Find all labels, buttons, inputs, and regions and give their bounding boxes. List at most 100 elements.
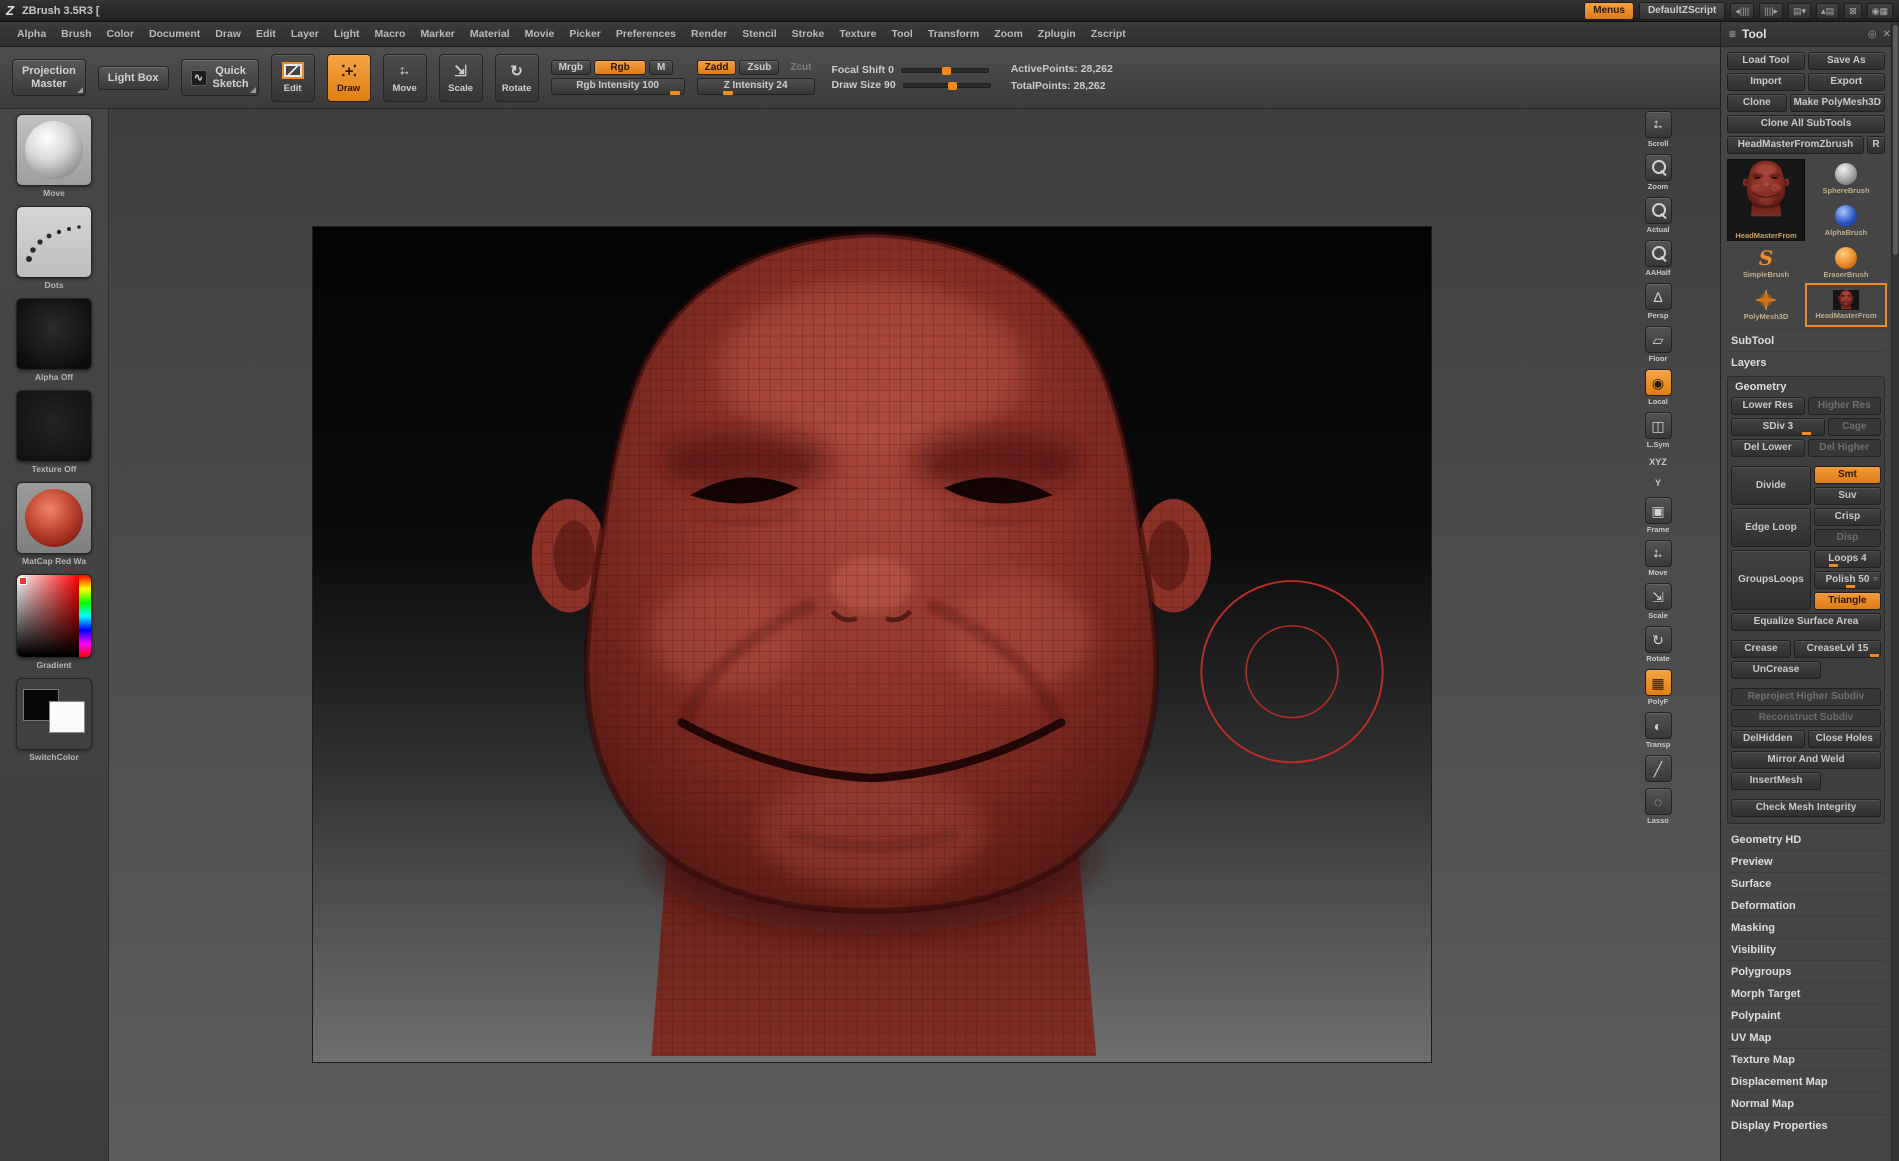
suv-toggle[interactable]: Suv: [1814, 487, 1881, 505]
polish-slider[interactable]: Polish 50 ○: [1814, 571, 1881, 589]
subtool-section-header[interactable]: SubTool: [1727, 329, 1885, 351]
rgb-intensity-slider[interactable]: Rgb Intensity 100: [551, 78, 685, 95]
subpalette-header[interactable]: Masking: [1727, 916, 1885, 938]
menu-item[interactable]: Brush: [54, 25, 98, 43]
menu-item[interactable]: Layer: [284, 25, 326, 43]
panel-scrollbar[interactable]: [1891, 22, 1899, 1161]
shelf-scroll-right-icon[interactable]: ||||▸: [1759, 3, 1783, 19]
floor-button[interactable]: ▱ Floor: [1645, 326, 1672, 363]
menu-item[interactable]: Zplugin: [1031, 25, 1083, 43]
zsub-button[interactable]: Zsub: [739, 60, 779, 75]
focal-shift-slider[interactable]: Focal Shift 0: [831, 64, 990, 76]
make-polymesh3d-button[interactable]: Make PolyMesh3D: [1790, 94, 1885, 112]
triangle-toggle[interactable]: Triangle: [1814, 592, 1881, 610]
clone-all-subtools-button[interactable]: Clone All SubTools: [1727, 115, 1885, 133]
headmaster-tool-thumbnail[interactable]: HeadMasterFrom: [1807, 285, 1885, 325]
menu-item[interactable]: Preferences: [609, 25, 683, 43]
mirror-and-weld-button[interactable]: Mirror And Weld: [1731, 751, 1881, 769]
menu-item[interactable]: Tool: [884, 25, 919, 43]
stroke-selector-thumbnail[interactable]: [16, 206, 92, 278]
menu-item[interactable]: Render: [684, 25, 734, 43]
document-canvas[interactable]: [312, 226, 1432, 1063]
polymesh3d-thumbnail[interactable]: PolyMesh3D: [1727, 285, 1805, 325]
equalize-surface-area-button[interactable]: Equalize Surface Area: [1731, 613, 1881, 631]
check-mesh-integrity-button[interactable]: Check Mesh Integrity: [1731, 799, 1881, 817]
material-selector-thumbnail[interactable]: [16, 482, 92, 554]
scale-gyro-button[interactable]: ⇲ Scale: [1645, 583, 1672, 620]
subpalette-header[interactable]: Surface: [1727, 872, 1885, 894]
divide-button[interactable]: Divide: [1731, 466, 1811, 505]
menu-item[interactable]: Picker: [562, 25, 608, 43]
uncrease-button[interactable]: UnCrease: [1731, 661, 1821, 679]
clone-button[interactable]: Clone: [1727, 94, 1787, 112]
draw-size-track[interactable]: [903, 83, 991, 88]
polish-mode-toggle[interactable]: ○: [1873, 574, 1878, 583]
geometry-section-header[interactable]: Geometry: [1731, 380, 1881, 397]
subpalette-header[interactable]: Polypaint: [1727, 1004, 1885, 1026]
saturation-value-field[interactable]: [17, 575, 79, 657]
menu-item[interactable]: Marker: [413, 25, 461, 43]
divider-layout-icon[interactable]: ▤▾: [1788, 3, 1811, 19]
rotate-button[interactable]: ↻ Rotate: [495, 54, 539, 102]
save-as-button[interactable]: Save As: [1808, 52, 1886, 70]
creaselvl-slider[interactable]: CreaseLvl 15: [1794, 640, 1881, 658]
menu-item[interactable]: Zoom: [987, 25, 1030, 43]
z-intensity-slider[interactable]: Z Intensity 24: [697, 78, 815, 95]
transparency-button[interactable]: ◐ Transp: [1645, 712, 1672, 749]
loops-slider[interactable]: Loops 4: [1814, 550, 1881, 568]
del-lower-button[interactable]: Del Lower: [1731, 439, 1805, 457]
menu-item[interactable]: Stroke: [785, 25, 832, 43]
light-box-button[interactable]: Light Box: [98, 66, 169, 90]
palette-close-icon[interactable]: ✕: [1883, 29, 1891, 40]
palette-pin-icon[interactable]: ◎: [1868, 29, 1877, 40]
smt-toggle[interactable]: Smt: [1814, 466, 1881, 484]
divider-layout-icon-2[interactable]: ▴▤: [1816, 3, 1839, 19]
switch-color-button[interactable]: [16, 678, 92, 750]
quick-sketch-button[interactable]: ∿ Quick Sketch: [181, 59, 259, 96]
frame-button[interactable]: ▣ Frame: [1645, 497, 1672, 534]
subpalette-header[interactable]: Deformation: [1727, 894, 1885, 916]
menu-item[interactable]: Edit: [249, 25, 283, 43]
sdiv-slider[interactable]: SDiv 3: [1731, 418, 1825, 436]
lsym-button[interactable]: ◫ L.Sym: [1645, 412, 1672, 449]
edge-loop-button[interactable]: Edge Loop: [1731, 508, 1811, 547]
subpalette-header[interactable]: Normal Map: [1727, 1092, 1885, 1114]
focal-shift-track[interactable]: [901, 68, 989, 73]
import-button[interactable]: Import: [1727, 73, 1805, 91]
subpalette-header[interactable]: Displacement Map: [1727, 1070, 1885, 1092]
aahalf-button[interactable]: AAHalf: [1645, 240, 1672, 277]
scroll-button[interactable]: Scroll: [1645, 111, 1672, 148]
lock-icon[interactable]: ⊠: [1844, 3, 1862, 19]
subpalette-header[interactable]: Visibility: [1727, 938, 1885, 960]
insertmesh-button[interactable]: InsertMesh: [1731, 772, 1821, 790]
subpalette-header[interactable]: Preview: [1727, 850, 1885, 872]
panel-scrollbar-thumb[interactable]: [1893, 25, 1898, 255]
close-holes-button[interactable]: Close Holes: [1808, 730, 1882, 748]
subpalette-header[interactable]: Texture Map: [1727, 1048, 1885, 1070]
texture-selector-thumbnail[interactable]: [16, 390, 92, 462]
menu-item[interactable]: Stencil: [735, 25, 783, 43]
alpha-brush-thumbnail[interactable]: AlphaBrush: [1807, 201, 1885, 241]
menu-item[interactable]: Draw: [208, 25, 248, 43]
subpalette-header[interactable]: UV Map: [1727, 1026, 1885, 1048]
current-tool-thumbnail[interactable]: HeadMasterFrom: [1727, 159, 1805, 241]
menu-item[interactable]: Zscript: [1084, 25, 1133, 43]
local-button[interactable]: ◉ Local: [1645, 369, 1672, 406]
scale-button[interactable]: ⇲ Scale: [439, 54, 483, 102]
subpalette-header[interactable]: Morph Target: [1727, 982, 1885, 1004]
zadd-button[interactable]: Zadd: [697, 60, 737, 75]
hue-strip[interactable]: [79, 575, 91, 657]
sphere-brush-thumbnail[interactable]: SphereBrush: [1807, 159, 1885, 199]
color-picker[interactable]: [16, 574, 92, 658]
projection-master-button[interactable]: Projection Master: [12, 59, 86, 96]
layers-section-header[interactable]: Layers: [1727, 351, 1885, 373]
y-axis-button[interactable]: Y: [1655, 476, 1661, 491]
menu-item[interactable]: Document: [142, 25, 207, 43]
lower-res-button[interactable]: Lower Res: [1731, 397, 1805, 415]
draw-button[interactable]: ⁚+⁚ Draw: [327, 54, 371, 102]
subpalette-header[interactable]: Polygroups: [1727, 960, 1885, 982]
simple-brush-thumbnail[interactable]: S SimpleBrush: [1727, 243, 1805, 283]
ghost-brush-button[interactable]: ╱: [1645, 755, 1672, 782]
shelf-scroll-left-icon[interactable]: ◂||||: [1730, 3, 1754, 19]
polyframe-button[interactable]: ▦ PolyF: [1645, 669, 1672, 706]
